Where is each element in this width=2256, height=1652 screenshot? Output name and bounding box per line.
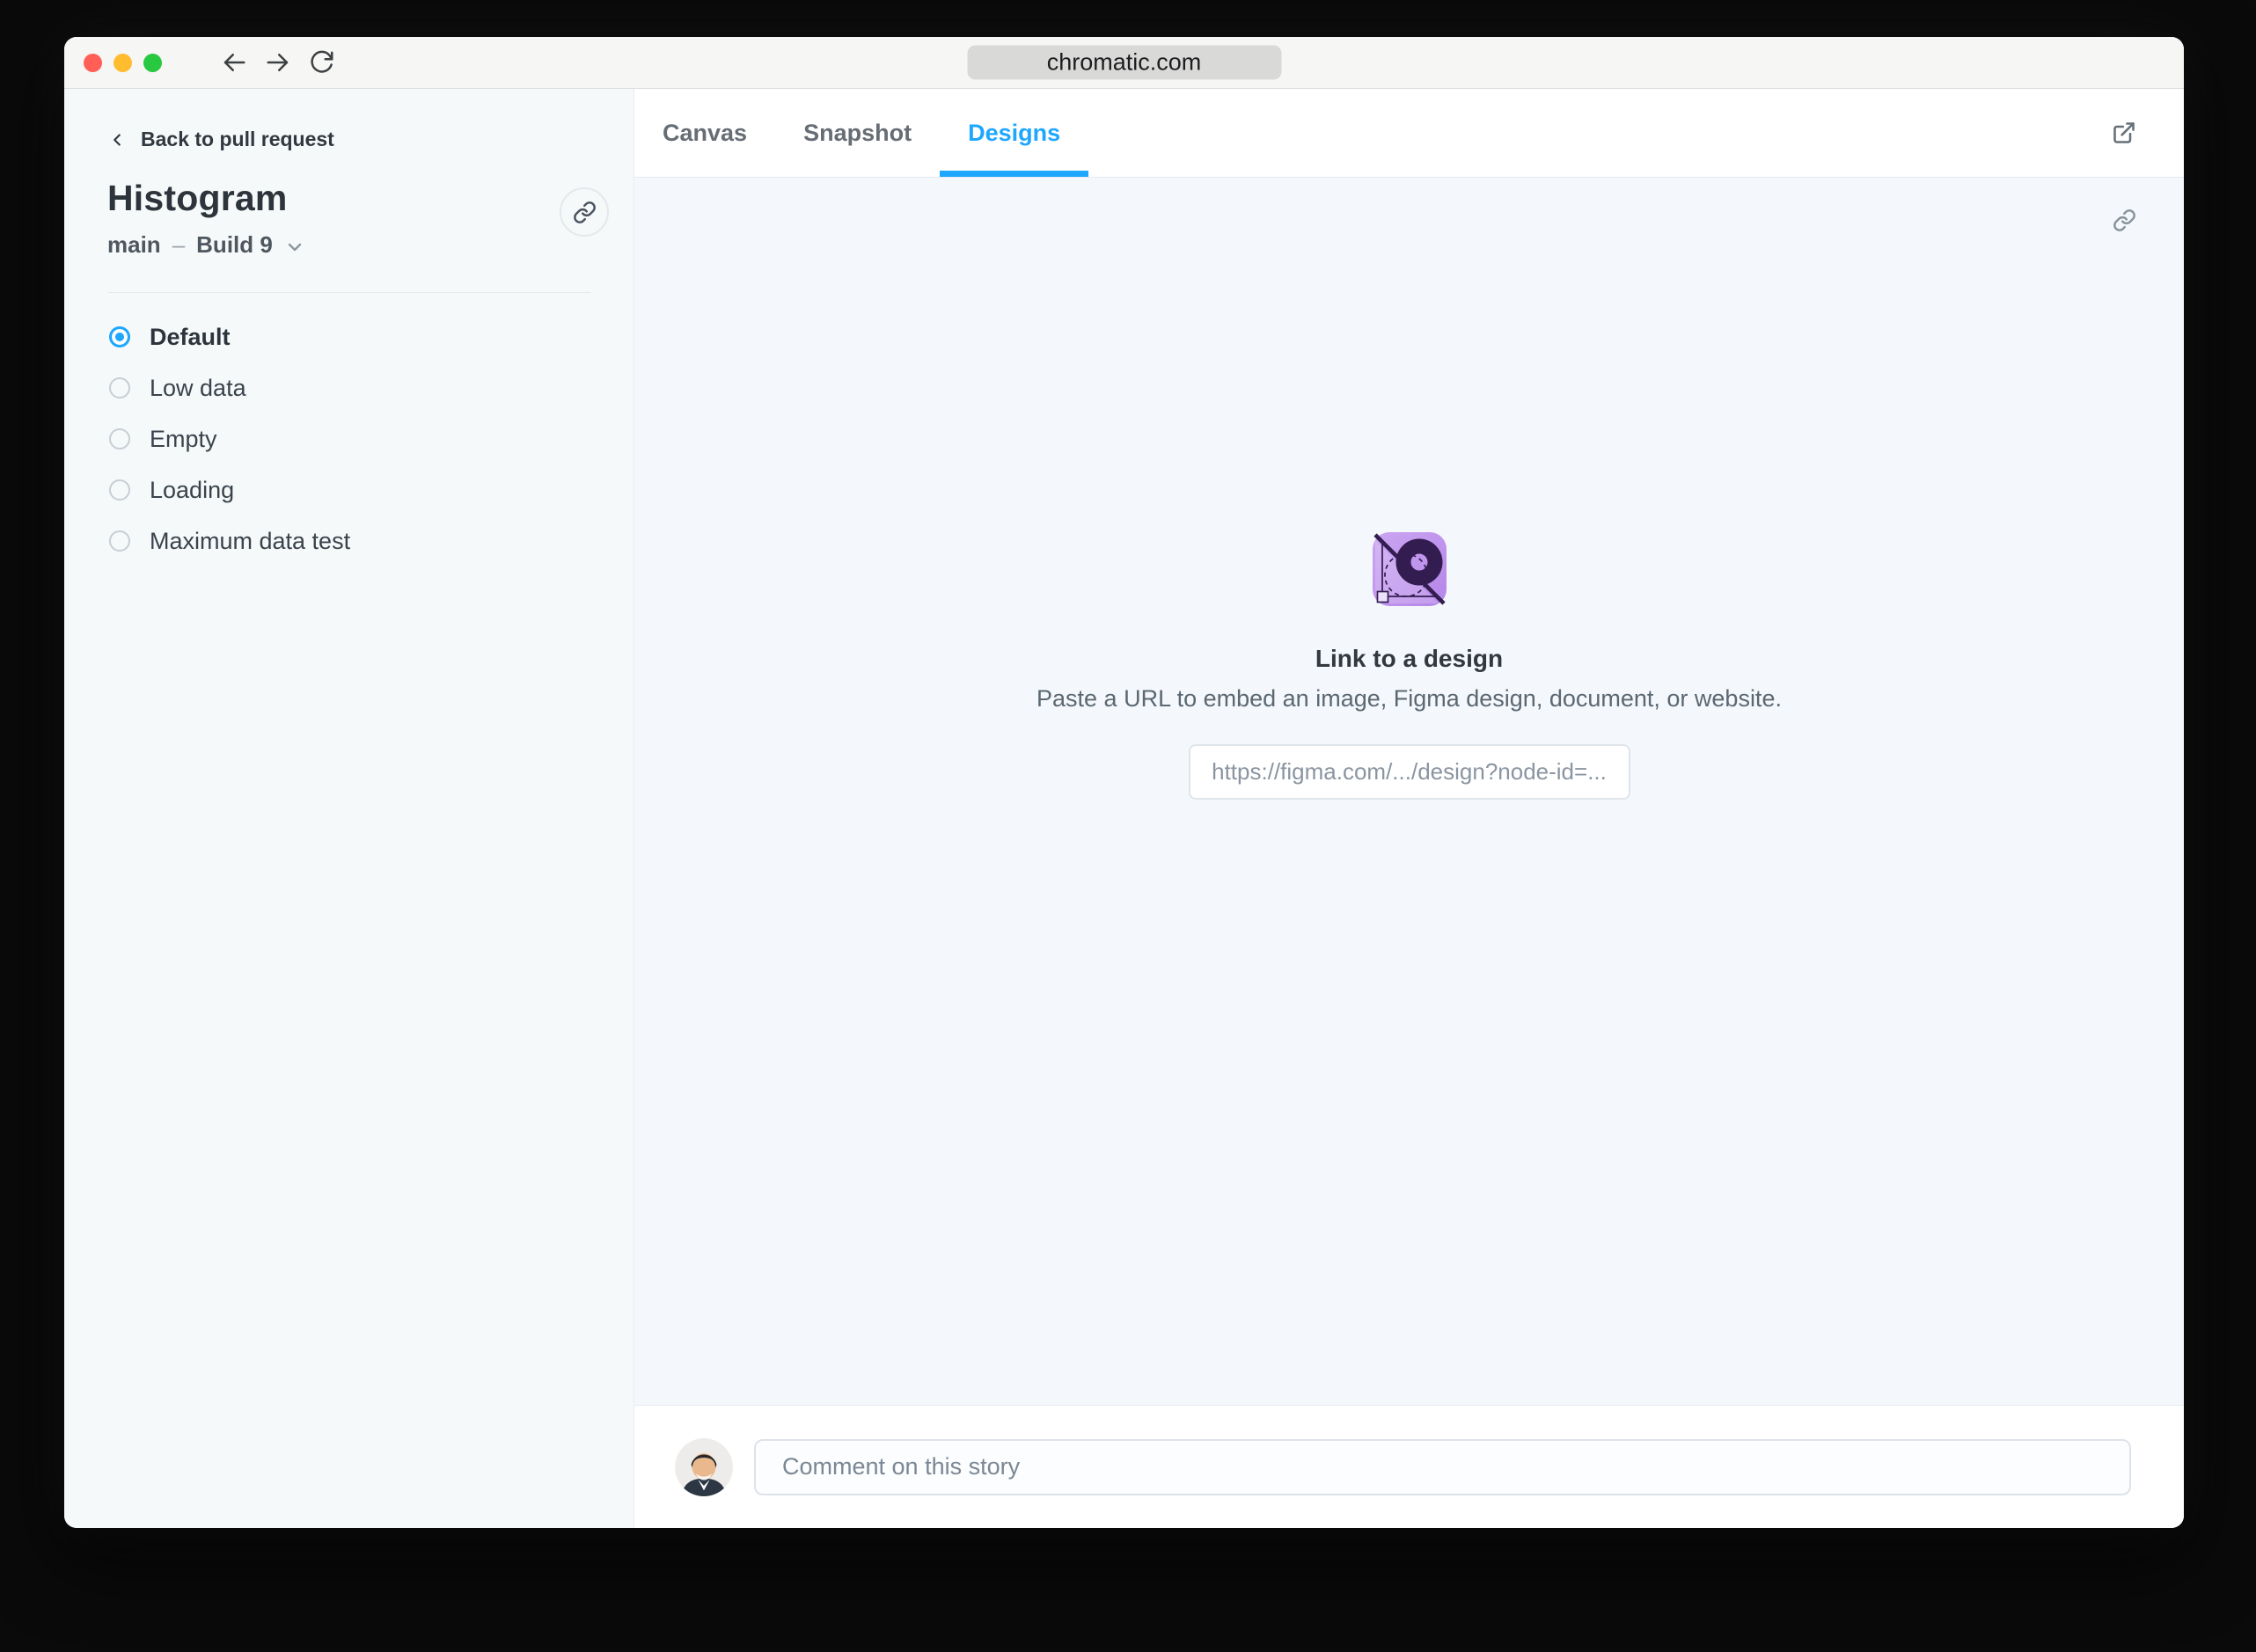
designs-panel: Link to a design Paste a URL to embed an…	[634, 178, 2184, 1405]
branch-build-selector[interactable]: main – Build 9	[107, 231, 590, 259]
avatar	[675, 1437, 733, 1496]
comment-bar	[634, 1405, 2184, 1528]
minimize-button[interactable]	[114, 53, 132, 72]
open-external-button[interactable]	[2103, 112, 2145, 154]
tab-canvas[interactable]: Canvas	[634, 89, 775, 177]
story-label: Low data	[150, 374, 246, 401]
story-item-maximum-data-test[interactable]: Maximum data test	[107, 515, 590, 567]
reload-button[interactable]	[303, 43, 341, 82]
arrow-right-icon	[267, 54, 289, 71]
close-button[interactable]	[84, 53, 102, 72]
arrow-left-icon	[223, 54, 245, 71]
app-frame: Back to pull request Histogram main – Bu…	[64, 89, 2184, 1528]
story-item-empty[interactable]: Empty	[107, 413, 590, 464]
link-design-description: Paste a URL to embed an image, Figma des…	[1036, 685, 1782, 712]
window-controls	[84, 53, 162, 72]
build-label: Build 9	[196, 231, 273, 258]
separator: –	[172, 231, 186, 258]
external-link-icon	[2113, 122, 2135, 143]
back-to-pull-request-link[interactable]: Back to pull request	[107, 128, 334, 151]
branch-name: main	[107, 231, 161, 258]
design-tool-icon	[1372, 532, 1447, 606]
avatar-image	[675, 1437, 733, 1496]
url-bar[interactable]: chromatic.com	[967, 45, 1281, 80]
radio-selected-icon	[109, 326, 130, 347]
story-label: Loading	[150, 476, 235, 503]
zoom-button[interactable]	[143, 53, 162, 72]
browser-toolbar: chromatic.com	[64, 37, 2184, 89]
tab-bar: Canvas Snapshot Designs	[634, 89, 2184, 178]
link-icon	[2113, 208, 2135, 231]
tab-label: Canvas	[663, 119, 748, 146]
tab-label: Designs	[968, 119, 1061, 146]
back-button[interactable]	[215, 43, 253, 82]
panel-copy-link-button[interactable]	[2103, 199, 2145, 241]
tabbar-spacer	[1088, 89, 2103, 177]
page-title: Histogram	[107, 178, 288, 218]
link-design-heading: Link to a design	[1315, 645, 1504, 672]
story-label: Default	[150, 323, 231, 350]
tab-label: Snapshot	[803, 119, 912, 146]
back-link-label: Back to pull request	[141, 128, 334, 150]
radio-icon	[109, 530, 130, 552]
sidebar: Back to pull request Histogram main – Bu…	[64, 89, 634, 1528]
tab-snapshot[interactable]: Snapshot	[775, 89, 940, 177]
story-item-default[interactable]: Default	[107, 311, 590, 362]
sidebar-divider	[107, 292, 590, 293]
url-text: chromatic.com	[1046, 48, 1202, 76]
copy-story-link-button[interactable]	[560, 187, 609, 237]
story-list: Default Low data Empty Loading Maximum d…	[107, 311, 590, 567]
story-item-low-data[interactable]: Low data	[107, 362, 590, 413]
radio-icon	[109, 377, 130, 398]
design-url-input[interactable]	[1188, 744, 1630, 800]
reload-icon	[311, 50, 333, 73]
browser-window: chromatic.com Back to pull request Histo…	[64, 37, 2184, 1528]
story-label: Empty	[150, 425, 217, 452]
main-panel: Canvas Snapshot Designs Link to a design…	[634, 89, 2184, 1528]
radio-icon	[109, 479, 130, 501]
forward-button[interactable]	[259, 43, 297, 82]
story-label: Maximum data test	[150, 527, 351, 554]
radio-icon	[109, 428, 130, 450]
tab-designs[interactable]: Designs	[940, 89, 1089, 177]
comment-input[interactable]	[754, 1438, 2131, 1495]
chevron-left-icon	[114, 133, 121, 146]
story-item-loading[interactable]: Loading	[107, 464, 590, 515]
chevron-down-icon	[288, 243, 302, 251]
link-icon	[573, 201, 596, 223]
